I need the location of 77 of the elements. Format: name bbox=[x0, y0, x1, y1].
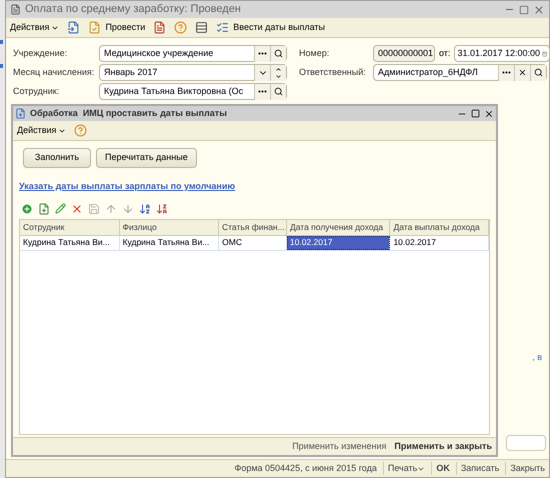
field-label: Ответственный: bbox=[299, 66, 367, 79]
field-label: Сотрудник: bbox=[13, 84, 60, 98]
open-button[interactable] bbox=[270, 46, 286, 62]
field-label: Месяц начисления: bbox=[13, 66, 96, 79]
field-label: от: bbox=[439, 46, 450, 60]
table-cell[interactable]: 10.02.2017 bbox=[286, 236, 390, 250]
column-header[interactable]: Дата получения дохода bbox=[287, 220, 390, 234]
ellipsis-icon bbox=[258, 90, 267, 93]
sort-descending-icon[interactable] bbox=[156, 202, 168, 214]
column-header[interactable]: Дата выплаты дохода bbox=[390, 220, 489, 234]
form-note: Форма 0504425, с июня 2015 года bbox=[234, 462, 377, 475]
field-value: Кудрина Татьяна Викторовна (Ос bbox=[103, 84, 244, 98]
field-label: Учреждение: bbox=[13, 46, 68, 60]
search-icon bbox=[274, 49, 283, 58]
open-button[interactable] bbox=[530, 64, 546, 80]
select-button[interactable] bbox=[498, 64, 514, 80]
rows-icon[interactable] bbox=[195, 21, 208, 34]
dropdown-button[interactable] bbox=[254, 64, 270, 80]
add-icon[interactable] bbox=[21, 202, 33, 214]
table-cell[interactable]: Кудрина Татьяна Ви... bbox=[120, 236, 220, 250]
link-fragment-icon bbox=[0, 40, 3, 44]
sort-ascending-icon[interactable] bbox=[139, 202, 151, 214]
spin-button[interactable] bbox=[270, 64, 286, 80]
number-field[interactable]: 00000000001 bbox=[373, 45, 435, 62]
actions-menu[interactable]: Действия bbox=[10, 20, 60, 34]
apply-button[interactable]: Применить изменения bbox=[292, 440, 386, 454]
document-icon bbox=[15, 108, 26, 119]
document-check-icon bbox=[88, 21, 102, 34]
link-fragment-icon bbox=[0, 64, 3, 68]
close-icon[interactable] bbox=[484, 108, 494, 118]
open-button[interactable] bbox=[270, 84, 286, 100]
search-icon bbox=[534, 68, 543, 77]
field-label: Номер: bbox=[299, 46, 330, 60]
field-value: Январь 2017 bbox=[103, 66, 158, 79]
actions-menu[interactable]: Действия bbox=[17, 124, 66, 138]
spin-icon bbox=[275, 66, 282, 80]
document-arrow-icon[interactable] bbox=[67, 21, 80, 34]
table-cell[interactable]: Кудрина Татьяна Ви... bbox=[20, 236, 120, 250]
field-value: Администратор_6НДФЛ bbox=[377, 66, 479, 79]
ellipsis-icon bbox=[502, 71, 511, 74]
checklist-icon bbox=[216, 21, 230, 34]
clear-button[interactable] bbox=[514, 64, 530, 80]
post-button[interactable]: Провести bbox=[88, 20, 146, 34]
pencil-icon[interactable] bbox=[55, 203, 66, 214]
link-fragment[interactable]: , в bbox=[532, 351, 542, 364]
clear-icon bbox=[518, 68, 527, 77]
save-button[interactable]: Записать bbox=[456, 462, 500, 476]
select-button[interactable] bbox=[254, 84, 270, 100]
column-header[interactable]: Сотрудник bbox=[20, 220, 120, 234]
input-field[interactable] bbox=[506, 434, 546, 450]
dialog-title: Обработка ИМЦ проставить даты выплаты bbox=[30, 106, 228, 120]
reread-button[interactable]: Перечитать данные bbox=[96, 148, 197, 168]
print-menu[interactable]: Печать bbox=[382, 462, 426, 476]
column-header[interactable]: Физлицо bbox=[120, 220, 219, 234]
table-cell[interactable]: 10.02.2017 bbox=[390, 236, 490, 250]
document-icon bbox=[10, 4, 21, 15]
lookup-field[interactable]: Администратор_6НДФЛ bbox=[373, 64, 547, 81]
delete-icon[interactable] bbox=[71, 202, 83, 214]
column-header[interactable]: Статья финан... bbox=[219, 220, 287, 234]
document-icon[interactable] bbox=[153, 21, 166, 34]
ellipsis-icon bbox=[258, 52, 267, 55]
fill-button[interactable]: Заполнить bbox=[23, 148, 91, 168]
date-field[interactable]: 31.01.2017 12:00:00 bbox=[454, 45, 550, 62]
field-value: Медицинское учреждение bbox=[103, 46, 214, 60]
search-icon bbox=[274, 87, 283, 96]
ok-button[interactable]: OK bbox=[431, 462, 450, 476]
close-button[interactable]: Закрыть bbox=[505, 462, 545, 476]
default-dates-link[interactable]: Указать даты выплаты зарплаты по умолчанию bbox=[19, 180, 496, 194]
copy-icon[interactable] bbox=[38, 202, 50, 214]
maximize-icon[interactable] bbox=[471, 109, 480, 118]
month-field[interactable]: Январь 2017 bbox=[99, 64, 287, 81]
enter-dates-button[interactable]: Ввести даты выплаты bbox=[216, 20, 326, 34]
apply-close-button[interactable]: Применить и закрыть bbox=[394, 440, 492, 454]
select-button[interactable] bbox=[254, 46, 270, 62]
lookup-field[interactable]: Кудрина Татьяна Викторовна (Ос bbox=[99, 83, 287, 100]
lookup-field[interactable]: Медицинское учреждение bbox=[99, 45, 287, 62]
window-title: Оплата по среднему заработку: Проведен bbox=[25, 2, 242, 18]
